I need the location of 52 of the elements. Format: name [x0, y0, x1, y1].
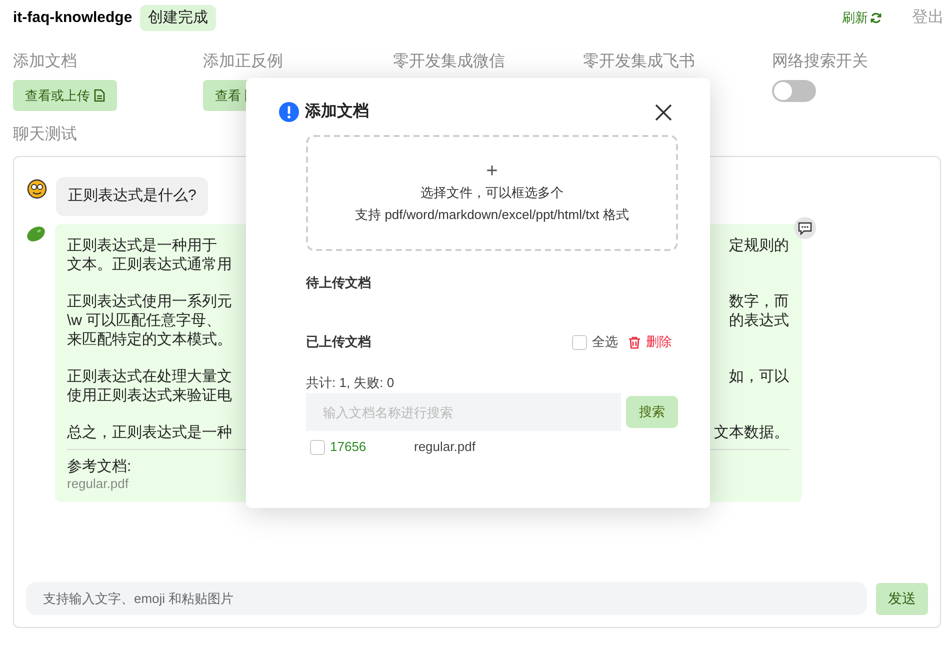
search-toggle[interactable]	[772, 80, 816, 102]
upload-dropzone[interactable]: + 选择文件，可以框选多个 支持 pdf/word/markdown/excel/ppt/html/txt 格式	[306, 135, 678, 251]
answer-text: 总之，正则表达式是一种	[67, 423, 232, 442]
answer-text: 文本。正则表达式通常用	[67, 255, 232, 274]
face-avatar-icon	[27, 179, 47, 199]
section-heading: 已上传文档	[306, 333, 371, 352]
answer-text: 数字，而	[729, 292, 789, 311]
info-icon	[279, 102, 299, 122]
chat-bubble-icon	[798, 222, 812, 234]
upload-stats: 共计: 1, 失败: 0	[306, 374, 396, 389]
upload-hint: 选择文件，可以框选多个	[420, 184, 564, 202]
section-heading: 待上传文档	[306, 274, 372, 292]
trash-icon	[628, 336, 641, 348]
feature-label: 零开发集成飞书	[583, 52, 696, 72]
answer-text: \w 可以匹配任意字母、	[67, 311, 222, 330]
select-all-checkbox[interactable]: 全选	[572, 332, 618, 352]
section-label: 聊天测试	[13, 125, 78, 145]
reference-label: 参考文档:	[67, 457, 132, 476]
refresh-icon	[870, 12, 882, 24]
file-name: regular.pdf	[414, 438, 476, 456]
feature-label: 添加正反例	[203, 52, 284, 72]
document-icon	[94, 89, 105, 102]
status-badge: 创建完成	[140, 4, 216, 32]
bean-avatar-icon	[26, 225, 46, 243]
file-checkbox[interactable]	[310, 440, 325, 454]
feature-label: 添加文档	[13, 52, 78, 72]
plus-icon: +	[486, 160, 498, 182]
answer-text: 的表达式	[729, 311, 789, 330]
answer-text: 如，可以	[729, 367, 789, 386]
user-message: 正则表达式是什么?	[56, 177, 208, 216]
message-input[interactable]: 支持输入文字、emoji 和粘贴图片	[26, 582, 867, 615]
search-field[interactable]: 输入文档名称进行搜索	[306, 393, 621, 431]
answer-text: 正则表达式是一种用于	[67, 236, 217, 255]
answer-text: 正则表达式在处理大量文	[67, 367, 232, 386]
answer-text: 文本数据。	[714, 423, 789, 442]
file-id: 17656	[330, 438, 368, 456]
close-icon[interactable]	[655, 104, 672, 120]
feature-label: 零开发集成微信	[393, 52, 506, 72]
answer-text: 定规则的	[729, 236, 789, 255]
feature-label: 网络搜索开关	[772, 52, 869, 72]
refresh-button[interactable]: 刷新	[842, 8, 882, 28]
answer-text: 正则表达式使用一系列元	[67, 292, 232, 311]
answer-text: 来匹配特定的文本模式。	[67, 330, 232, 349]
answer-text: 使用正则表达式来验证电	[67, 386, 232, 405]
app-title: it-faq-knowledge	[13, 8, 132, 28]
view-upload-button[interactable]: 查看或上传	[13, 80, 117, 111]
upload-formats: 支持 pdf/word/markdown/excel/ppt/html/txt 格式	[355, 206, 629, 224]
send-button[interactable]: 发送	[876, 582, 928, 614]
delete-button[interactable]: 删除	[628, 332, 672, 352]
dialog-title: 添加文档	[305, 101, 369, 122]
search-button[interactable]: 搜索	[626, 396, 678, 428]
comment-button[interactable]	[794, 217, 816, 239]
